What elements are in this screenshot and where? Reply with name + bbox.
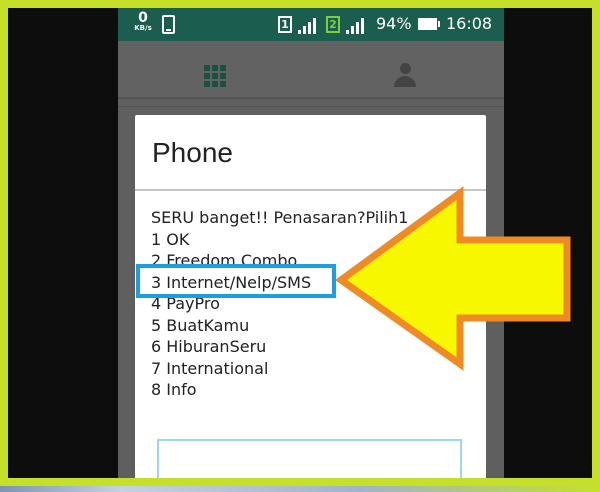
screen-background: 0 KB/s 1 2 94% 16:08 Phone SERU banget!!… [8, 8, 592, 478]
tab-bar [118, 41, 504, 99]
network-speed-value: 0 [138, 10, 148, 26]
sim1-icon: 1 [278, 16, 292, 33]
battery-percent: 94% [376, 14, 412, 33]
reply-input[interactable] [157, 439, 462, 478]
divider [118, 106, 504, 107]
clock: 16:08 [446, 14, 493, 33]
menu-option-5: 5 BuatKamu [151, 315, 250, 335]
screenshot-frame: 0 KB/s 1 2 94% 16:08 Phone SERU banget!!… [0, 0, 600, 492]
status-bar: 0 KB/s 1 2 94% 16:08 [118, 8, 504, 41]
dialpad-icon[interactable] [204, 65, 226, 87]
network-speed-unit: KB/s [134, 24, 152, 32]
sim2-icon: 2 [326, 16, 340, 33]
menu-header: SERU banget!! Penasaran?Pilih1 [151, 208, 409, 227]
battery-icon [418, 18, 440, 30]
desktop-taskbar-strip [0, 486, 600, 492]
ussd-menu: SERU banget!! Penasaran?Pilih1 1 OK 2 Fr… [151, 207, 408, 401]
signal-icon-sim2 [346, 17, 368, 34]
network-speed: 0 KB/s [130, 11, 156, 32]
option-highlight-box [136, 264, 336, 298]
phone-screen: 0 KB/s 1 2 94% 16:08 Phone SERU banget!!… [118, 8, 504, 478]
menu-option-7: 7 International [151, 358, 269, 378]
signal-icon-sim1 [298, 17, 320, 34]
phone-icon [162, 15, 175, 34]
menu-option-6: 6 HiburanSeru [151, 337, 267, 356]
dialog-divider [135, 189, 486, 191]
dialog-title: Phone [152, 137, 233, 168]
menu-option-8: 8 Info [151, 380, 197, 399]
menu-option-1: 1 OK [151, 229, 190, 249]
contacts-icon[interactable] [394, 63, 416, 89]
